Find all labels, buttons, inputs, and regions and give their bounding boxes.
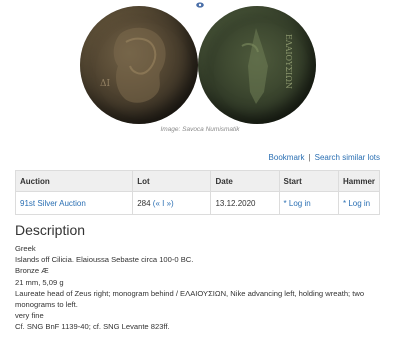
bookmark-link[interactable]: Bookmark [269, 153, 305, 162]
cell-lot: 284 (« I ») [132, 191, 212, 215]
cell-auction: 91st Silver Auction [14, 191, 134, 215]
image-caption: Image: Savoca Numismatik [160, 126, 240, 133]
search-similar-lots-link[interactable]: Search similar lots [315, 153, 380, 162]
start-login-link[interactable]: * Log in [284, 199, 311, 208]
table-header-row: Auction Lot Date Start Hammer [14, 170, 381, 192]
header-hammer: Hammer [337, 170, 381, 192]
description-line: 21 mm, 5,09 g [15, 277, 64, 287]
header-start: Start [278, 170, 339, 192]
cell-hammer: * Log in [337, 191, 381, 215]
lot-actions: Bookmark | Search similar lots [269, 153, 380, 162]
coin-image[interactable]: ΔΙ ΕΛΑΙΟΥΣΙΩΝ [0, 0, 400, 124]
reverse-legend: ΕΛΑΙΟΥΣΙΩΝ [284, 34, 293, 89]
cell-start: * Log in [278, 191, 339, 215]
cell-date: 13.12.2020 [210, 191, 280, 215]
auction-link[interactable]: 91st Silver Auction [20, 199, 86, 208]
table-row: 91st Silver Auction 284 (« I ») 13.12.20… [14, 191, 381, 215]
lot-navigation[interactable]: (« I ») [153, 199, 174, 208]
description-body: Greek Islands off Cilicia. Elaioussa Seb… [15, 243, 385, 333]
header-auction: Auction [14, 170, 134, 192]
description-line: Bronze Æ [15, 266, 49, 276]
description-title: Description [15, 222, 86, 238]
hammer-login-link[interactable]: * Log in [343, 199, 370, 208]
header-date: Date [210, 170, 280, 192]
lot-table: Auction Lot Date Start Hammer 91st Silve… [14, 170, 381, 215]
description-line: Islands off Cilicia. Elaioussa Sebaste c… [15, 255, 194, 265]
header-lot: Lot [132, 170, 212, 192]
coin-reverse-image[interactable]: ΕΛΑΙΟΥΣΙΩΝ [198, 6, 316, 124]
description-line: very fine [15, 311, 44, 321]
description-line: Cf. SNG BnF 1139-40; cf. SNG Levante 823… [15, 322, 170, 332]
coin-obverse-image[interactable]: ΔΙ [80, 6, 198, 124]
lot-number: 284 [137, 198, 151, 208]
obverse-monogram: ΔΙ [100, 79, 110, 89]
link-separator: | [308, 153, 311, 162]
description-line: Laureate head of Zeus right; monogram be… [15, 288, 365, 310]
description-line: Greek [15, 244, 36, 253]
